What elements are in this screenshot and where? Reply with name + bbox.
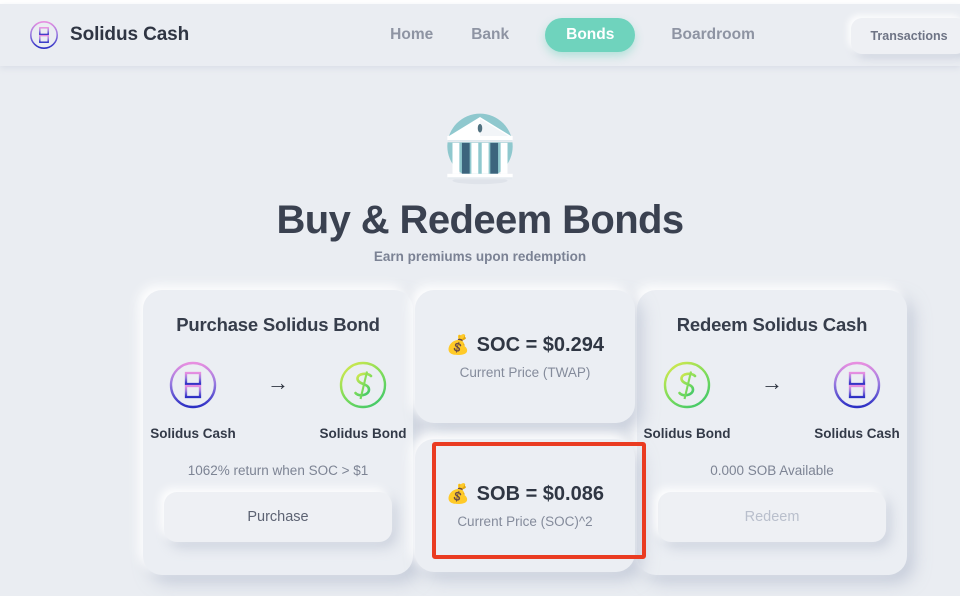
purchase-bond-card: Purchase Solidus Bond Solidus Cash → Sol… [143,290,413,575]
soc-price-card: 💰 SOC = $0.294 Current Price (TWAP) [415,290,635,423]
bonds-cards-row: Purchase Solidus Bond Solidus Cash → Sol… [143,290,927,575]
sob-price-card: 💰 SOB = $0.086 Current Price (SOC)^2 [415,439,635,572]
sob-price-subtitle: Current Price (SOC)^2 [457,513,593,529]
purchase-card-title: Purchase Solidus Bond [176,314,380,335]
redeem-button[interactable]: Redeem [658,492,886,542]
redeem-to-token-label: Solidus Cash [814,426,900,441]
sob-price-line: 💰 SOB = $0.086 [446,483,604,506]
bank-building-icon [437,105,523,191]
page-title: Buy & Redeem Bonds [276,198,684,242]
money-bag-icon: 💰 [446,334,470,356]
redeem-cash-card: Redeem Solidus Cash Solidus Bond → Solid… [637,290,907,575]
brand-name: Solidus Cash [70,24,190,45]
soc-price-value: SOC = $0.294 [476,333,604,356]
soc-price-subtitle: Current Price (TWAP) [459,364,591,380]
nav-item-home[interactable]: Home [388,19,435,51]
purchase-swap-row: Solidus Cash → Solidus Bond [145,360,411,441]
soc-price-line: 💰 SOC = $0.294 [446,334,604,357]
solidus-bond-token-icon [338,360,388,410]
swap-arrow-icon: → [761,369,783,395]
redeem-swap-row: Solidus Bond → Solidus Cash [639,360,905,441]
redeem-to-token: Solidus Cash [809,360,905,441]
sob-price-value: SOB = $0.086 [476,482,604,505]
price-cards-column: 💰 SOC = $0.294 Current Price (TWAP) 💰 SO… [415,290,635,575]
swap-arrow-icon: → [267,369,289,395]
purchase-to-token: Solidus Bond [315,360,411,441]
solidus-cash-token-icon [168,360,218,410]
app-header: Solidus Cash Home Bank Bonds Boardroom T… [0,4,960,66]
solidus-cash-logo-icon [29,20,59,50]
hero-section: Buy & Redeem Bonds Earn premiums upon re… [0,105,960,264]
redeem-from-token: Solidus Bond [639,360,735,441]
money-bag-icon: 💰 [446,483,470,505]
redeem-from-token-label: Solidus Bond [643,426,731,441]
main-nav: Home Bank Bonds Boardroom [388,18,757,52]
nav-item-bank[interactable]: Bank [469,19,511,51]
purchase-button[interactable]: Purchase [164,492,392,542]
nav-item-boardroom[interactable]: Boardroom [669,19,757,51]
page-subtitle: Earn premiums upon redemption [373,249,587,265]
redeem-available-note: 0.000 SOB Available [710,463,834,478]
purchase-return-note: 1062% return when SOC > $1 [187,463,369,478]
redeem-card-title: Redeem Solidus Cash [676,314,868,335]
purchase-from-token-label: Solidus Cash [150,426,236,441]
brand[interactable]: Solidus Cash [29,20,189,50]
nav-item-bonds[interactable]: Bonds [545,18,636,52]
solidus-bond-token-icon [662,360,712,410]
purchase-to-token-label: Solidus Bond [319,426,407,441]
solidus-cash-token-icon [832,360,882,410]
transactions-button[interactable]: Transactions [851,18,960,54]
purchase-from-token: Solidus Cash [145,360,241,441]
